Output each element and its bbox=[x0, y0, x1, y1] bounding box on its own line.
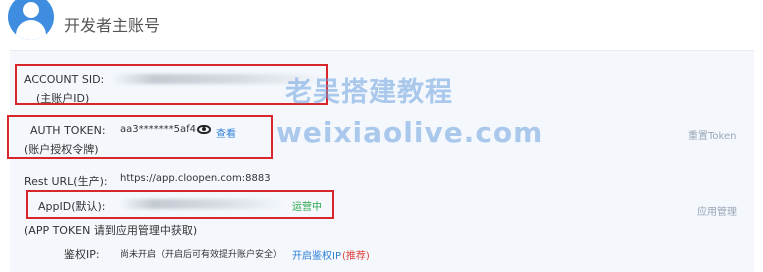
auth-ip-label: 鉴权IP: bbox=[64, 248, 100, 261]
app-id-label: AppID(默认): bbox=[38, 200, 106, 213]
app-id-value-masked bbox=[120, 199, 285, 209]
recommend-label: (推荐) bbox=[342, 251, 370, 262]
auth-token-label: AUTH TOKEN: bbox=[30, 124, 106, 137]
eye-icon[interactable] bbox=[197, 125, 211, 134]
view-token-link[interactable]: 查看 bbox=[216, 125, 236, 140]
auth-token-value: aa3*******5af4 bbox=[120, 124, 196, 135]
rest-url-value: https://app.cloopen.com:8883 bbox=[120, 173, 271, 184]
reset-token-link[interactable]: 重置Token bbox=[688, 127, 736, 142]
rest-url-label: Rest URL(生产): bbox=[24, 175, 108, 188]
auth-ip-value: 尚未开启（开启后可有效提升账户安全） bbox=[120, 250, 283, 260]
watermark-title: 老吴搭建教程 bbox=[285, 77, 453, 108]
page-title: 开发者主账号 bbox=[64, 16, 161, 35]
app-token-note: (APP TOKEN 请到应用管理中获取) bbox=[24, 224, 198, 237]
app-status-badge: 运营中 bbox=[292, 202, 322, 213]
user-icon bbox=[23, 2, 39, 18]
account-sid-sub-label: (主账户ID) bbox=[36, 92, 90, 105]
auth-token-sub-label: (账户授权令牌) bbox=[24, 143, 99, 156]
account-sid-label: ACCOUNT SID: bbox=[24, 73, 105, 86]
app-manage-link[interactable]: 应用管理 bbox=[697, 203, 737, 218]
header: 开发者主账号 bbox=[0, 0, 763, 44]
avatar bbox=[8, 0, 54, 40]
enable-auth-ip-link[interactable]: 开启鉴权IP bbox=[292, 247, 341, 262]
watermark-url: weixiaolive.com bbox=[276, 116, 544, 149]
